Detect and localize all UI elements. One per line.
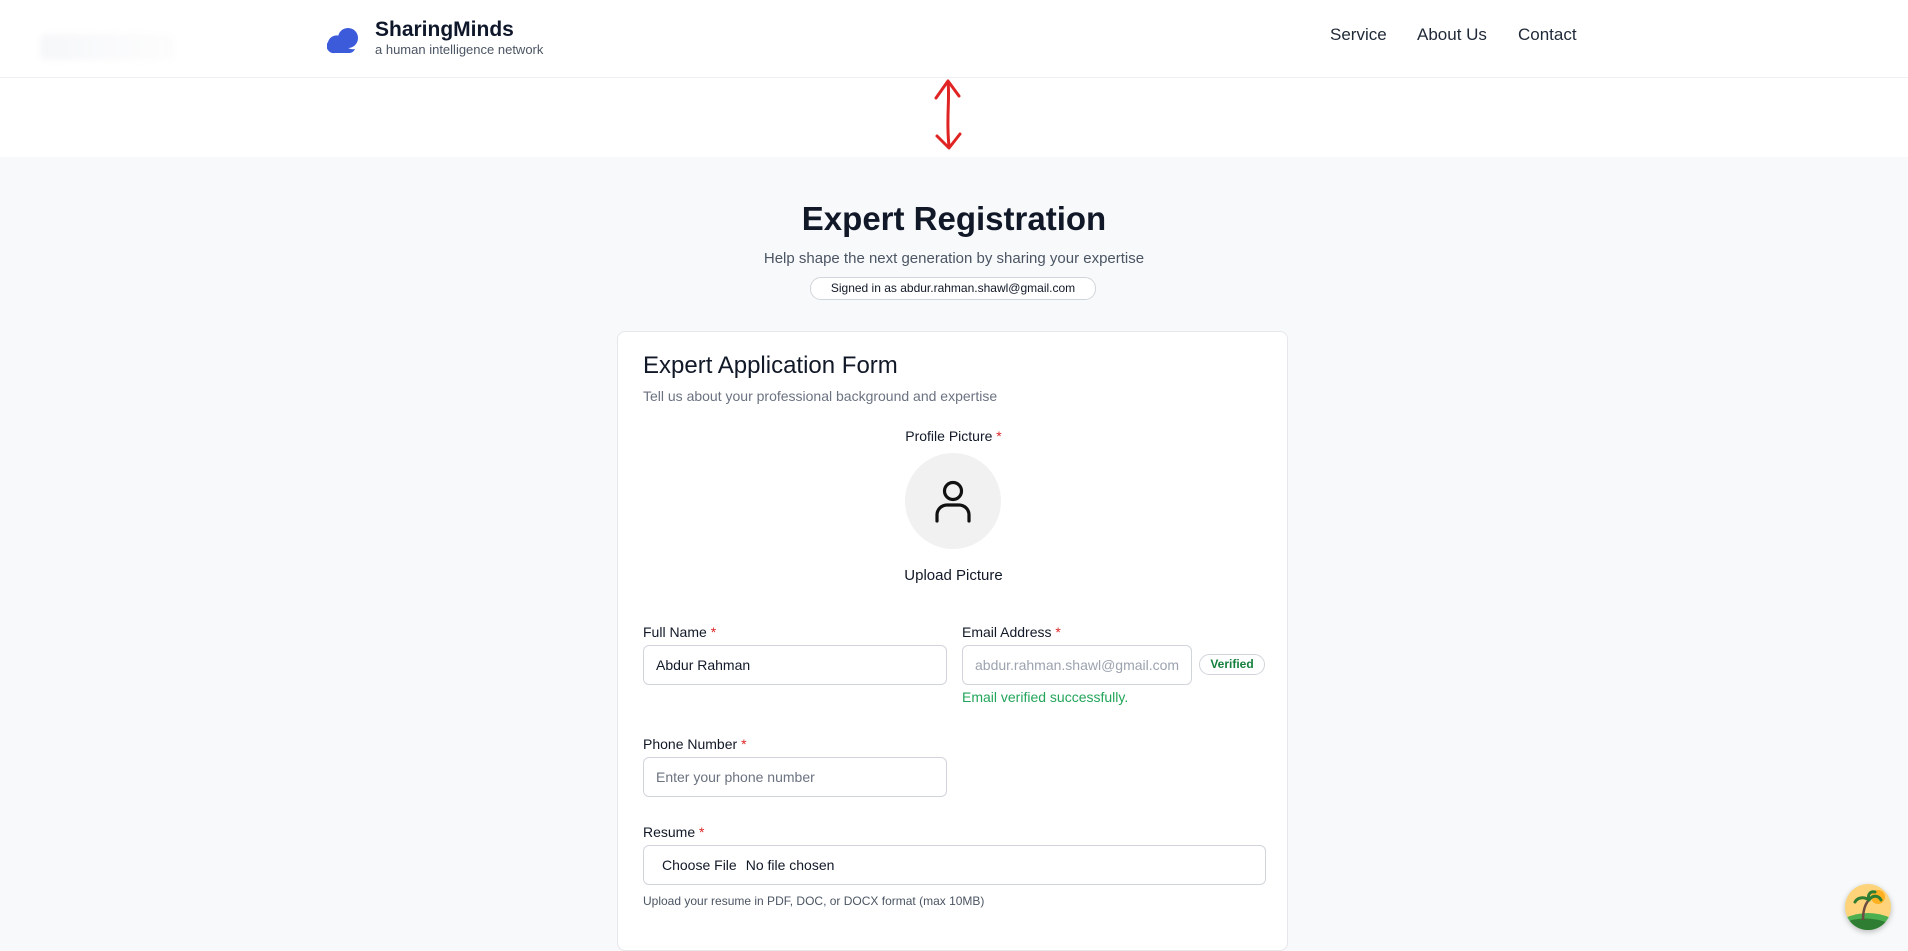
brand-text: SharingMinds a human intelligence networ…: [375, 14, 543, 56]
resume-label-text: Resume: [643, 824, 696, 840]
faded-logo-placeholder: [40, 34, 176, 60]
double-arrow-icon: [934, 79, 962, 150]
brand-tagline: a human intelligence network: [375, 42, 544, 57]
user-icon: [935, 480, 971, 523]
file-status: No file chosen: [745, 857, 835, 873]
assistant-avatar-icon: [1845, 884, 1891, 930]
required-mark: *: [996, 428, 1002, 444]
full-name-label: Full Name *: [643, 624, 716, 640]
required-mark: *: [1055, 624, 1061, 640]
required-mark: *: [699, 824, 705, 840]
full-name-input[interactable]: [643, 645, 947, 685]
form-description: Tell us about your professional backgrou…: [643, 388, 998, 404]
signed-in-badge: Signed in as abdur.rahman.shawl@gmail.co…: [810, 277, 1096, 300]
email-input[interactable]: [962, 645, 1192, 685]
full-name-label-text: Full Name: [643, 624, 707, 640]
profile-picture-uploader[interactable]: [905, 453, 1001, 549]
profile-picture-label: Profile Picture *: [618, 428, 1289, 444]
email-status-message: Email verified successfully.: [962, 689, 1129, 705]
required-mark: *: [741, 736, 747, 752]
email-label-text: Email Address: [962, 624, 1052, 640]
page-title: Expert Registration: [801, 200, 1107, 237]
resume-file-input[interactable]: Choose File No file chosen: [643, 845, 1266, 885]
page-subtitle: Help shape the next generation by sharin…: [763, 250, 1145, 267]
nav-contact-link[interactable]: Contact: [1518, 25, 1577, 51]
phone-label: Phone Number *: [643, 736, 747, 752]
top-navbar: SharingMinds a human intelligence networ…: [0, 0, 1908, 78]
resume-label: Resume *: [643, 824, 704, 840]
upload-picture-button[interactable]: Upload Picture: [618, 567, 1289, 584]
phone-input[interactable]: [643, 757, 947, 797]
email-label: Email Address *: [962, 624, 1061, 640]
logo-cloud-icon: [327, 28, 358, 54]
application-form-card: Expert Application Form Tell us about yo…: [617, 331, 1288, 951]
brand[interactable]: SharingMinds a human intelligence networ…: [327, 14, 543, 59]
choose-file-button[interactable]: Choose File: [662, 857, 737, 873]
nav-service-link[interactable]: Service: [1330, 25, 1387, 51]
form-title: Expert Application Form: [643, 352, 898, 379]
assistant-avatar-button[interactable]: [1845, 884, 1891, 930]
profile-picture-label-text: Profile Picture: [905, 428, 993, 444]
brand-name: SharingMinds: [375, 18, 514, 41]
nav-about-link[interactable]: About Us: [1417, 25, 1487, 51]
required-mark: *: [710, 624, 717, 640]
resume-help-text: Upload your resume in PDF, DOC, or DOCX …: [643, 894, 985, 908]
verified-badge: Verified: [1199, 654, 1265, 675]
phone-label-text: Phone Number: [643, 736, 738, 752]
